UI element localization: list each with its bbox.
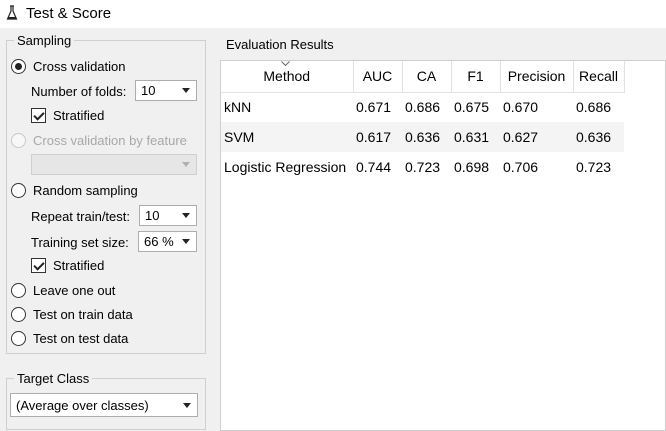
radio-unchecked-icon [11,307,26,322]
recall-cell: 0.723 [576,159,612,175]
training-size-value: 66 % [144,234,174,249]
table-row[interactable]: SVM 0.617 0.636 0.631 0.627 0.636 [221,122,624,152]
random-sampling-label: Random sampling [33,183,138,198]
cv-feature-select [31,154,197,175]
repeat-select[interactable]: 10 [139,205,197,226]
repeat-value: 10 [145,208,160,223]
radio-checked-icon [11,59,26,74]
stratified-rs-checkbox[interactable]: Stratified [31,258,104,273]
sampling-group-title: Sampling [14,33,75,48]
stratified-cv-checkbox[interactable]: Stratified [31,108,104,123]
column-header-method[interactable]: Method [221,61,354,93]
recall-cell: 0.686 [576,99,612,116]
ca-cell: 0.636 [402,122,451,152]
cv-by-feature-radio[interactable]: Cross validation by feature [11,133,187,148]
leave-one-out-label: Leave one out [33,283,116,298]
column-header-auc[interactable]: AUC [353,61,403,93]
checkbox-checked-icon [31,108,46,123]
training-size-select[interactable]: 66 % [138,231,197,252]
precision-cell: 0.706 [503,159,539,175]
f1-cell: 0.698 [454,159,490,175]
training-size-label: Training set size: [31,235,129,250]
chevron-down-icon [182,162,190,167]
auc-cell: 0.617 [353,122,402,152]
evaluation-table-container[interactable]: Method AUC CA F1 Precision Recall kNN 0.… [220,60,666,431]
column-header-ca[interactable]: CA [402,61,452,93]
f1-cell: 0.675 [454,99,490,116]
test-on-train-label: Test on train data [33,307,133,322]
radio-disabled-icon [11,133,26,148]
column-label: AUC [362,68,393,85]
checkbox-checked-icon [31,258,46,273]
radio-unchecked-icon [11,183,26,198]
flask-icon [6,5,18,20]
cross-validation-radio[interactable]: Cross validation [11,59,126,74]
chevron-down-icon [182,88,190,93]
evaluation-results-title: Evaluation Results [226,37,334,52]
stratified-rs-label: Stratified [53,258,105,273]
column-header-precision[interactable]: Precision [500,61,574,93]
title-bar: Test & Score [0,0,666,28]
results-panel: Evaluation Results Method AUC CA F1 Prec… [212,28,666,431]
folds-select[interactable]: 10 [135,80,197,101]
test-on-test-label: Test on test data [33,331,129,346]
column-label: Precision [507,68,566,85]
column-label: Method [263,68,311,85]
method-cell: kNN [224,99,252,116]
table-row[interactable]: kNN 0.671 0.686 0.675 0.670 0.686 [221,92,624,122]
auc-cell: 0.744 [356,159,392,175]
radio-unchecked-icon [11,283,26,298]
chevron-down-icon [182,213,190,218]
test-on-test-radio[interactable]: Test on test data [11,331,128,346]
sort-indicator-icon [281,61,290,66]
column-label: F1 [467,68,484,85]
radio-unchecked-icon [11,331,26,346]
column-label: Recall [579,68,618,85]
folds-label: Number of folds: [31,84,127,99]
auc-cell: 0.671 [356,99,392,116]
recall-cell: 0.636 [573,122,624,152]
settings-panel: Sampling Cross validation Number of fold… [0,28,212,431]
precision-cell: 0.670 [503,99,539,116]
cv-by-feature-label: Cross validation by feature [33,133,187,148]
ca-cell: 0.723 [405,159,441,175]
f1-cell: 0.631 [451,122,500,152]
target-class-group-title: Target Class [14,371,93,386]
table-header-row: Method AUC CA F1 Precision Recall [221,61,625,93]
column-header-recall[interactable]: Recall [573,61,625,93]
repeat-label: Repeat train/test: [31,209,130,224]
chevron-down-icon [183,403,191,408]
window-title: Test & Score [26,5,112,22]
target-class-value: (Average over classes) [16,397,149,413]
method-cell: Logistic Regression [224,159,347,175]
test-on-train-radio[interactable]: Test on train data [11,307,133,322]
evaluation-table: Method AUC CA F1 Precision Recall kNN 0.… [221,61,625,182]
table-row[interactable]: Logistic Regression 0.744 0.723 0.698 0.… [221,152,624,182]
cross-validation-label: Cross validation [33,59,126,74]
ca-cell: 0.686 [405,99,441,116]
precision-cell: 0.627 [500,122,573,152]
chevron-down-icon [182,239,190,244]
leave-one-out-radio[interactable]: Leave one out [11,283,115,298]
stratified-cv-label: Stratified [53,108,105,123]
target-class-select[interactable]: (Average over classes) [10,393,198,417]
random-sampling-radio[interactable]: Random sampling [11,183,138,198]
column-header-f1[interactable]: F1 [451,61,501,93]
method-cell: SVM [221,122,353,152]
folds-value: 10 [141,83,156,98]
column-label: CA [416,68,437,85]
